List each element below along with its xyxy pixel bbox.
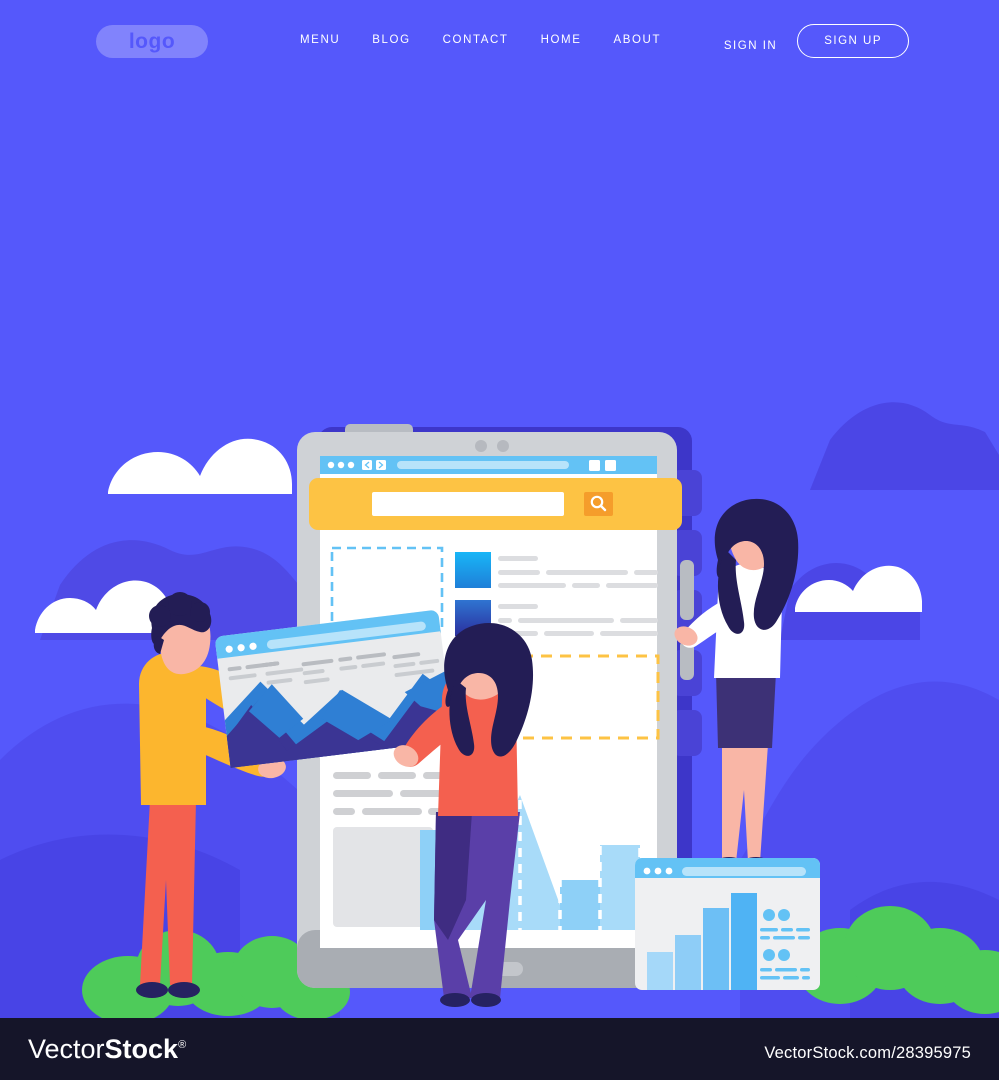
top-navigation: logo MENU BLOG CONTACT HOME ABOUT SIGN I… xyxy=(0,0,999,82)
nav-links: MENU BLOG CONTACT HOME ABOUT xyxy=(300,34,693,46)
browser-url-bar[interactable] xyxy=(397,461,569,469)
bcw-dot-1 xyxy=(643,867,651,875)
tablet-camera xyxy=(475,440,487,452)
nav-auth-actions: SIGN IN SIGN UP xyxy=(724,24,909,58)
bcw-url-bar[interactable] xyxy=(682,867,806,876)
watermark-url: VectorStock.com/28395975 xyxy=(764,1044,971,1062)
watermark-footer: VectorStock® VectorStock.com/28395975 xyxy=(0,1018,999,1080)
bcw-dot-2 xyxy=(654,867,662,875)
bcw-dot-3 xyxy=(665,867,673,875)
nav-link-blog[interactable]: BLOG xyxy=(372,34,410,46)
search-button[interactable] xyxy=(584,492,613,516)
browser-dot-2 xyxy=(337,461,345,469)
woman-center-shoe-right xyxy=(471,993,501,1007)
browser-window-icon[interactable] xyxy=(589,460,600,471)
logo[interactable]: logo xyxy=(96,25,208,58)
watermark-suffix: Stock xyxy=(104,1034,179,1064)
bcw-bar-4 xyxy=(731,893,757,990)
nav-link-home[interactable]: HOME xyxy=(541,34,582,46)
nav-link-contact[interactable]: CONTACT xyxy=(443,34,509,46)
tablet-side-button xyxy=(680,560,694,620)
watermark-registered-mark: ® xyxy=(178,1039,187,1051)
watermark-prefix: Vector xyxy=(28,1034,105,1064)
nav-link-menu[interactable]: MENU xyxy=(300,34,340,46)
man-shoe-left xyxy=(136,982,168,998)
browser-dot-1 xyxy=(327,461,335,469)
hero-stage: logo MENU BLOG CONTACT HOME ABOUT SIGN I… xyxy=(0,0,999,1018)
browser-dot-3 xyxy=(347,461,355,469)
sign-in-link[interactable]: SIGN IN xyxy=(724,40,777,52)
woman-right-legs xyxy=(722,744,768,862)
man-shoe-right xyxy=(168,982,200,998)
watermark-logo: VectorStock® xyxy=(28,1034,186,1065)
woman-center-shoe-left xyxy=(440,993,470,1007)
bcw-bar-2 xyxy=(675,935,701,990)
hero-illustration xyxy=(136,424,820,1007)
bcw-bar-1 xyxy=(647,952,673,990)
sign-up-button[interactable]: SIGN UP xyxy=(797,24,909,58)
nav-link-about[interactable]: ABOUT xyxy=(613,34,661,46)
search-input[interactable] xyxy=(372,492,564,516)
woman-right-skirt xyxy=(716,672,776,748)
tablet-sensor xyxy=(497,440,509,452)
logo-label: logo xyxy=(128,29,176,53)
browser-menu-icon[interactable] xyxy=(605,460,616,471)
bar-chart-window xyxy=(635,858,820,990)
chevron-left-icon[interactable] xyxy=(362,460,372,470)
bcw-bar-3 xyxy=(703,908,729,990)
man-legs xyxy=(140,800,196,985)
chevron-right-icon[interactable] xyxy=(376,460,386,470)
